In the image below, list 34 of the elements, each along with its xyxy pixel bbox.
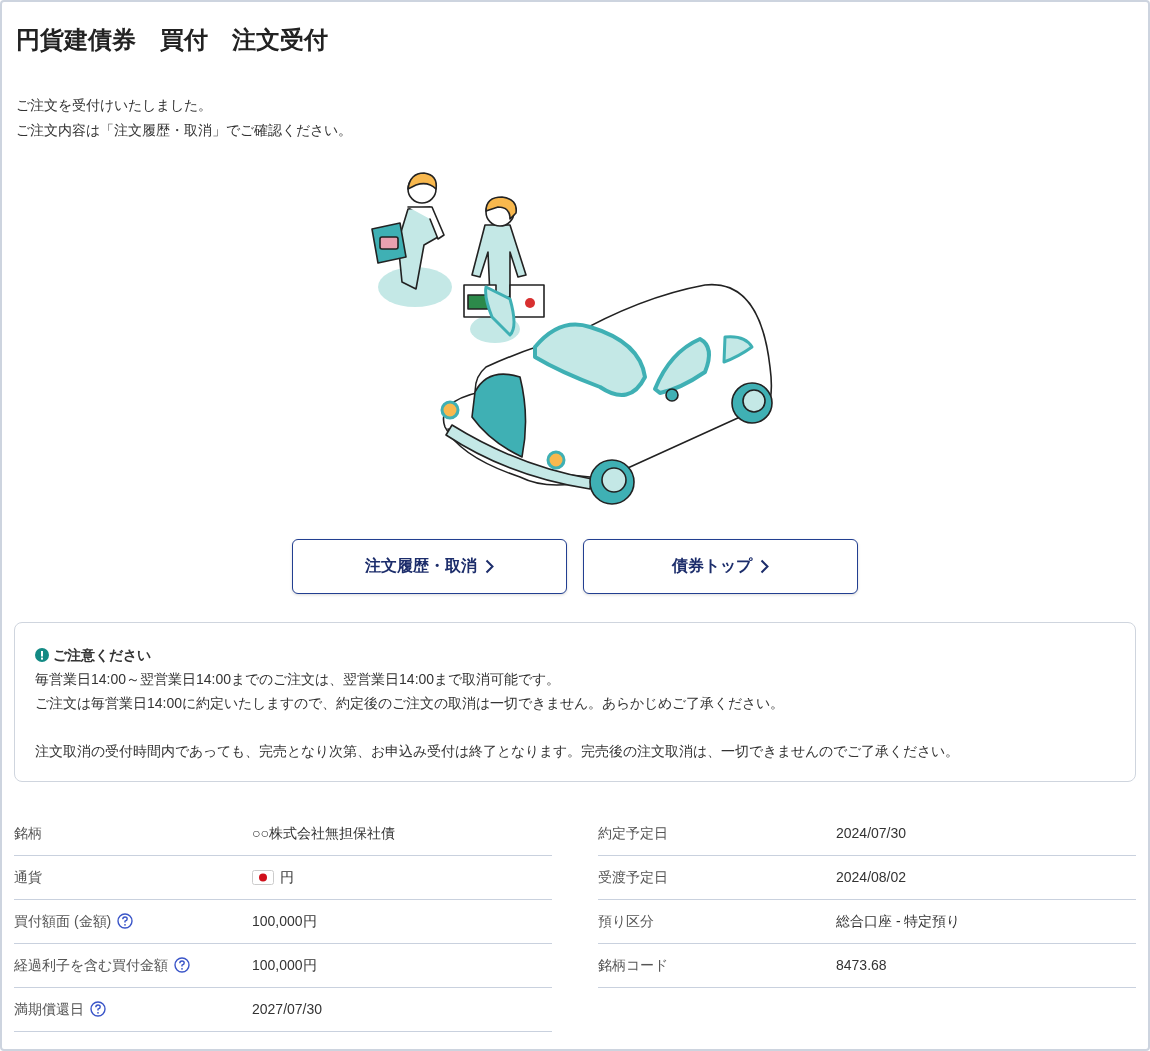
- notice-text: ご注文は毎営業日14:00に約定いたしますので、約定後のご注文の取消は一切できません。あらかじめご了承ください。: [35, 693, 786, 713]
- detail-value: ○○株式会社無担保社債: [252, 823, 395, 843]
- notice-text: 毎営業日14:00～翌営業日14:00までのご注文は、翌営業日14:00まで取消可能です。: [35, 669, 562, 689]
- detail-label: 銘柄コード: [598, 955, 668, 975]
- notice-title: ご注意ください: [53, 645, 151, 665]
- detail-value: 2027/07/30: [252, 999, 323, 1019]
- nav-button[interactable]: 注文履歴・取消: [292, 538, 567, 594]
- detail-label: 預り区分: [598, 911, 654, 931]
- flag-icon: [252, 869, 274, 885]
- message-text: ご注文内容は「注文履歴・取消」でご確認ください。: [16, 120, 353, 140]
- help-icon[interactable]: [174, 957, 190, 974]
- detail-value: 2024/08/02: [836, 867, 907, 887]
- help-icon[interactable]: [90, 1001, 106, 1018]
- notice-text: 注文取消の受付時間内であっても、完売となり次第、お申込み受付は終了となります。完売後の注文取消は、一切できませんのでご了承ください。: [35, 741, 960, 761]
- message-text: ご注文を受付けいたしました。: [16, 95, 213, 115]
- nav-button[interactable]: 債券トップ: [583, 538, 858, 594]
- detail-label: 経過利子を含む買付金額: [14, 955, 168, 975]
- detail-value: 100,000円: [252, 955, 317, 975]
- detail-label: 約定予定日: [598, 823, 668, 843]
- page-title: 円貨建債券 買付 注文受付: [16, 26, 329, 55]
- chevron-right-icon: [760, 558, 769, 574]
- detail-value: 8473.68: [836, 955, 887, 975]
- detail-label: 銘柄: [14, 823, 42, 843]
- detail-value: 円: [280, 867, 294, 887]
- detail-label: 買付額面 (金額): [14, 911, 112, 931]
- detail-value: 総合口座 - 特定預り: [836, 911, 961, 931]
- help-icon[interactable]: [117, 913, 134, 930]
- detail-label: 満期償還日: [14, 999, 84, 1019]
- detail-value: 100,000円: [252, 911, 317, 931]
- alert-icon: [35, 647, 49, 662]
- detail-value: 2024/07/30: [836, 823, 907, 843]
- detail-label: 通貨: [14, 867, 42, 887]
- detail-label: 受渡予定日: [598, 867, 668, 887]
- chevron-right-icon: [485, 558, 494, 574]
